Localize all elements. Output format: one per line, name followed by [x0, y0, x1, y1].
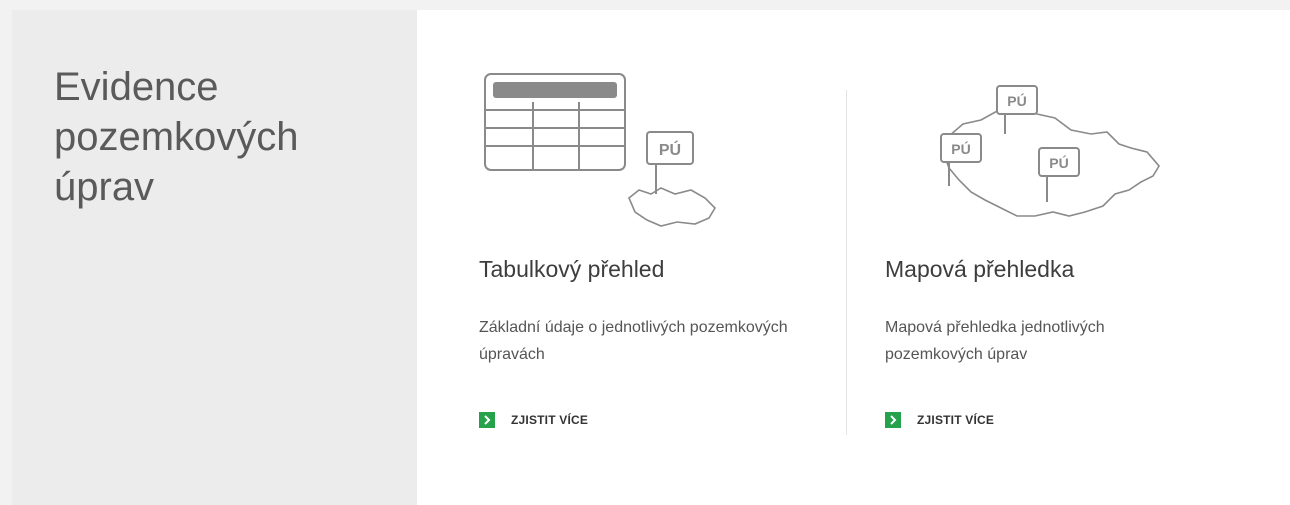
table-with-pu-flag-icon: PÚ: [484, 73, 717, 227]
svg-text:PÚ: PÚ: [1007, 92, 1026, 109]
learn-more-link[interactable]: ZJISTIT VÍCE: [885, 412, 994, 428]
left-panel: Evidence pozemkových úprav: [12, 10, 417, 505]
divider: [846, 90, 847, 435]
arrow-right-icon: [479, 412, 495, 428]
card-description: Základní údaje o jednotlivých pozemkovýc…: [479, 319, 788, 363]
svg-text:PÚ: PÚ: [1049, 154, 1068, 171]
learn-more-label: ZJISTIT VÍCE: [511, 413, 589, 427]
card-map-overview: PÚ PÚ PÚ Mapová přehledka Mapová přehled…: [885, 10, 1265, 505]
card-title: Tabulkový přehled: [479, 256, 665, 282]
czech-map-with-pu-flags-icon: PÚ PÚ PÚ: [940, 85, 1160, 217]
card-table-overview: PÚ Tabulkový přehled Základní údaje o je…: [479, 10, 859, 505]
card-description: Mapová přehledka jednotlivých pozemkovýc…: [885, 319, 1105, 363]
page-container: Evidence pozemkových úprav PÚ Tabulkový …: [12, 10, 1290, 505]
learn-more-link[interactable]: ZJISTIT VÍCE: [479, 412, 588, 428]
svg-text:PÚ: PÚ: [951, 140, 970, 157]
card-title: Mapová přehledka: [885, 256, 1075, 282]
page-title: Evidence pozemkových úprav: [54, 65, 299, 209]
cards-panel: PÚ Tabulkový přehled Základní údaje o je…: [417, 10, 1290, 505]
learn-more-label: ZJISTIT VÍCE: [917, 413, 995, 427]
arrow-right-icon: [885, 412, 901, 428]
svg-text:PÚ: PÚ: [659, 140, 681, 159]
